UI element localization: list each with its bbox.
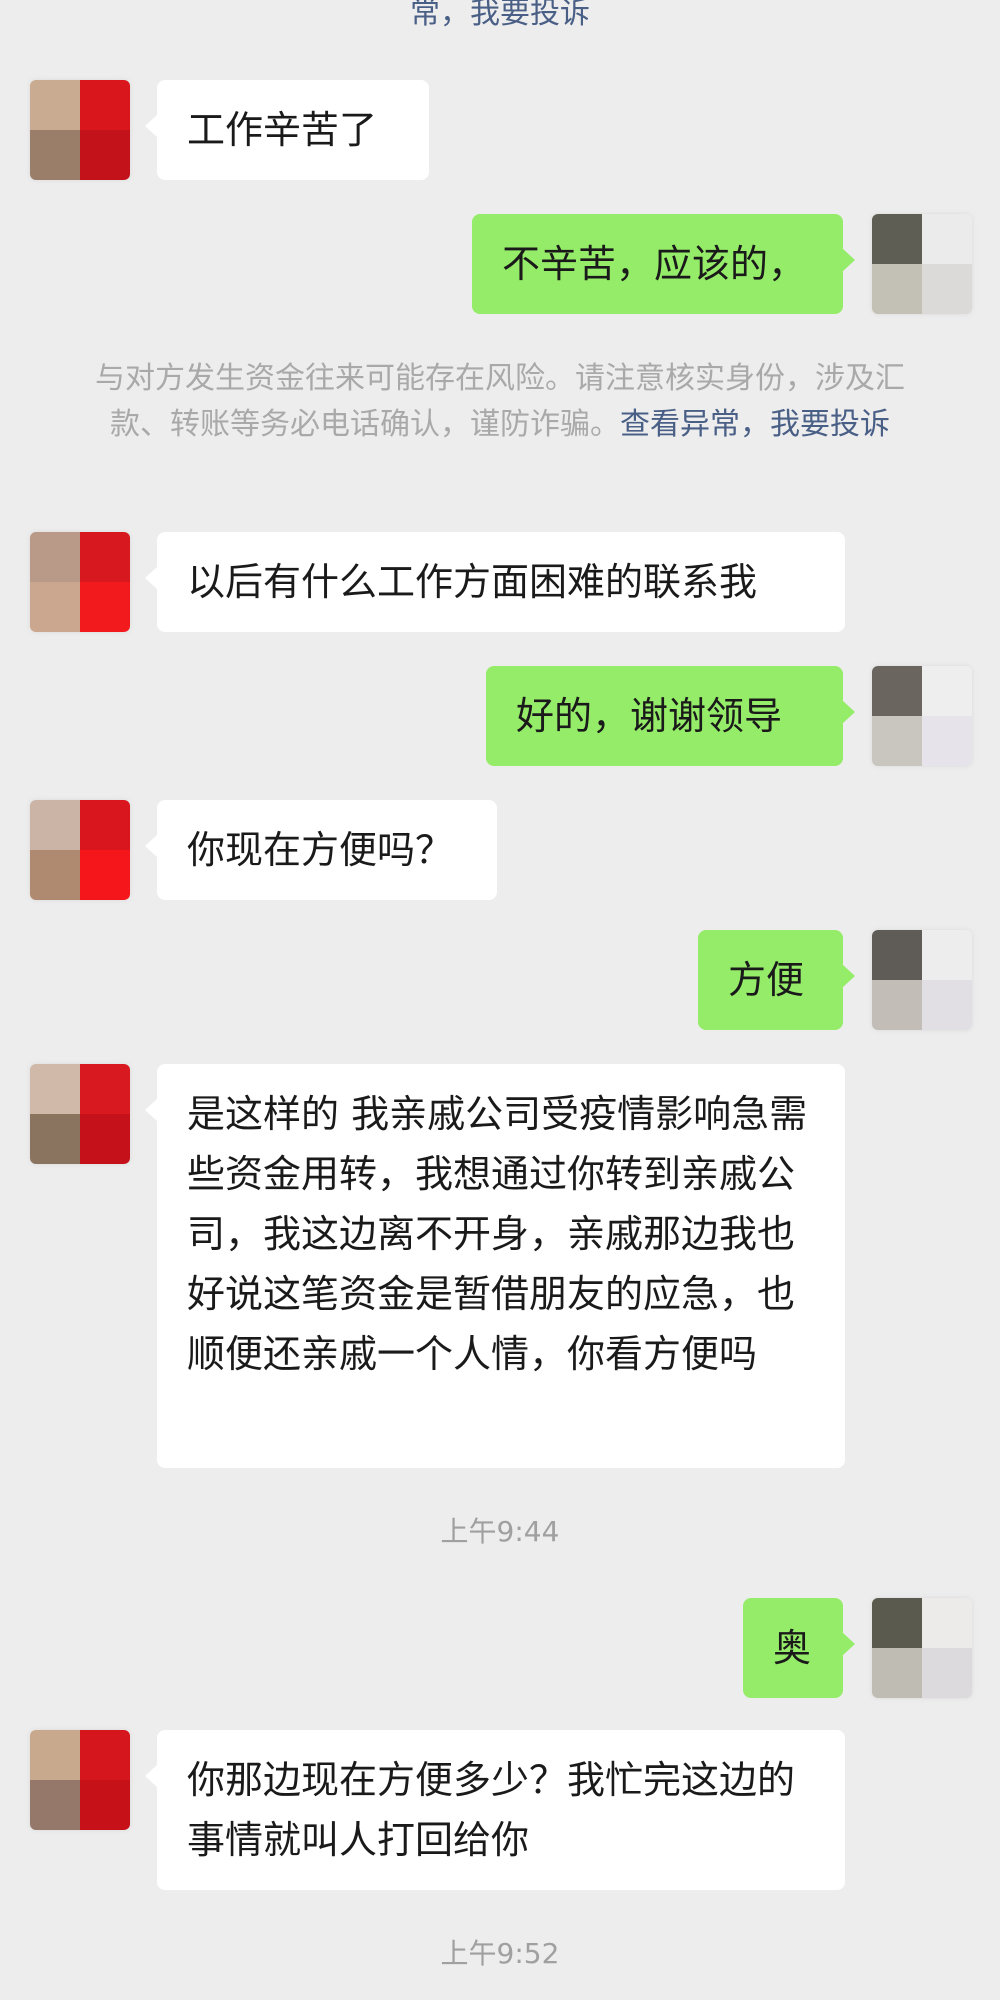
- risk-notice-tail[interactable]: 常，我要投诉: [0, 0, 1000, 34]
- message-bubble-incoming[interactable]: 是这样的 我亲戚公司受疫情影响急需些资金用转，我想通过你转到亲戚公司，我这边离不…: [145, 1064, 845, 1468]
- sender-avatar[interactable]: [30, 1730, 130, 1830]
- self-avatar[interactable]: [872, 214, 972, 314]
- notice-separator: ，: [740, 407, 770, 442]
- sender-avatar[interactable]: [30, 800, 130, 900]
- sender-avatar[interactable]: [30, 80, 130, 180]
- timestamp: 上午9:44: [440, 1515, 560, 1548]
- message-text: 奥: [773, 1626, 812, 1670]
- self-avatar[interactable]: [872, 666, 972, 766]
- message-bubble-incoming[interactable]: 工作辛苦了: [145, 80, 429, 180]
- message-text: 是这样的 我亲戚公司受疫情影响急需些资金用转，我想通过你转到亲戚公司，我这边离不…: [187, 1092, 808, 1376]
- message-text: 你现在方便吗？: [187, 828, 454, 872]
- sender-avatar[interactable]: [30, 532, 130, 632]
- message-bubble-outgoing[interactable]: 方便: [698, 930, 855, 1030]
- message-text: 你那边现在方便多少？我忙完这边的事情就叫人打回给你: [187, 1758, 796, 1862]
- risk-warning-notice: 与对方发生资金往来可能存在风险。请注意核实身份，涉及汇款、转账等务必电话确认，谨…: [80, 356, 920, 448]
- message-bubble-outgoing[interactable]: 好的，谢谢领导: [486, 666, 855, 766]
- message-text: 方便: [728, 958, 805, 1002]
- report-link[interactable]: 我要投诉: [770, 407, 890, 442]
- self-avatar[interactable]: [872, 1598, 972, 1698]
- message-text: 好的，谢谢领导: [516, 694, 783, 738]
- sender-avatar[interactable]: [30, 1064, 130, 1164]
- message-text: 工作辛苦了: [187, 108, 378, 152]
- message-bubble-incoming[interactable]: 你现在方便吗？: [145, 800, 497, 900]
- view-abnormal-link[interactable]: 查看异常: [620, 407, 740, 442]
- report-link[interactable]: 常，我要投诉: [410, 0, 590, 31]
- timestamp: 上午9:52: [440, 1937, 560, 1970]
- message-bubble-incoming[interactable]: 以后有什么工作方面困难的联系我: [145, 532, 845, 632]
- message-bubble-outgoing[interactable]: 奥: [743, 1598, 855, 1698]
- self-avatar[interactable]: [872, 930, 972, 1030]
- message-bubble-outgoing[interactable]: 不辛苦，应该的，: [472, 214, 855, 314]
- message-text: 以后有什么工作方面困难的联系我: [187, 560, 758, 604]
- message-text: 不辛苦，应该的，: [502, 242, 807, 286]
- message-bubble-incoming[interactable]: 你那边现在方便多少？我忙完这边的事情就叫人打回给你: [145, 1730, 845, 1890]
